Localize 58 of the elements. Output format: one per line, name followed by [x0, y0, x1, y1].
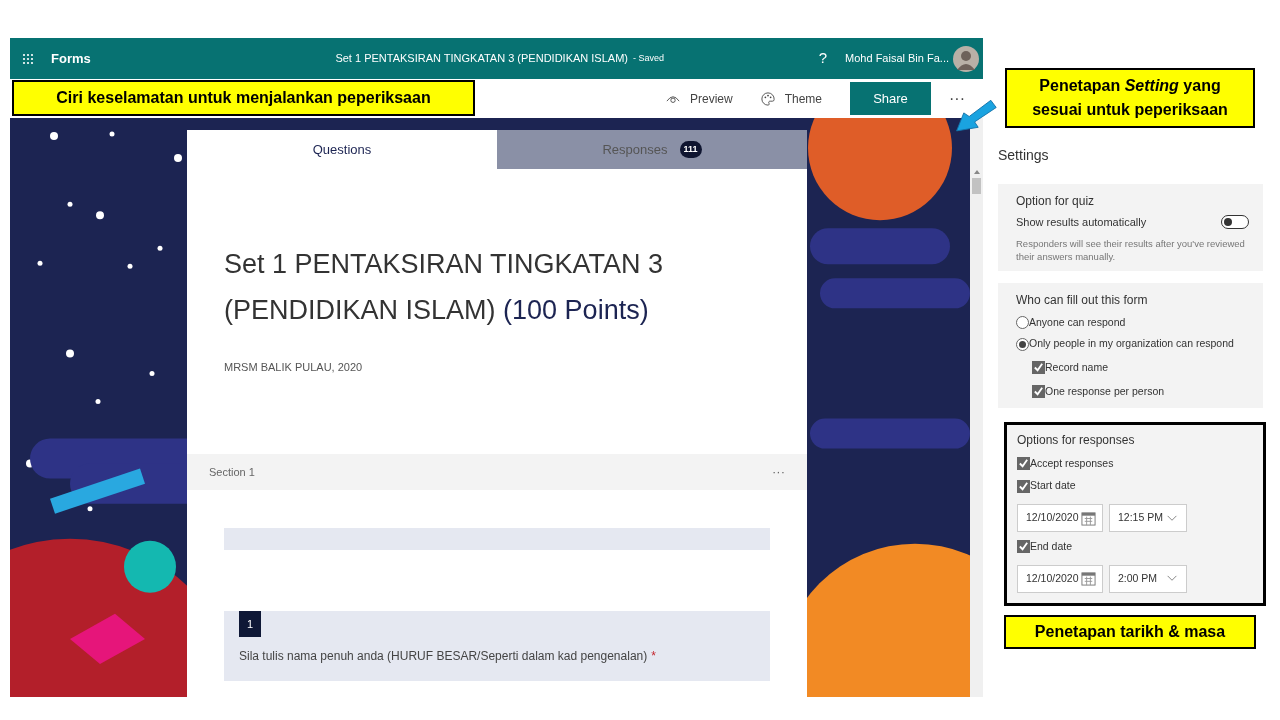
- question-number: 1: [239, 611, 261, 637]
- calendar-icon: [1080, 571, 1096, 587]
- save-status: - Saved: [633, 51, 665, 65]
- required-mark: *: [651, 648, 656, 665]
- checkbox[interactable]: [1017, 540, 1030, 554]
- settings-title: Settings: [998, 146, 1050, 165]
- radio-button[interactable]: [1016, 337, 1029, 351]
- radio-label: Anyone can respond: [1029, 314, 1126, 330]
- palette-icon: [760, 91, 775, 106]
- share-button[interactable]: Share: [850, 82, 931, 115]
- app-launcher-icon[interactable]: [22, 52, 34, 65]
- count-badge: 111: [679, 140, 702, 159]
- chevron-down-icon: [1166, 514, 1178, 522]
- calendar-icon: [1080, 510, 1096, 526]
- checkbox-label: One response per person: [1045, 383, 1165, 399]
- checkbox[interactable]: [1017, 479, 1030, 493]
- help-button[interactable]: ?: [818, 47, 828, 70]
- scrollbar[interactable]: [970, 118, 983, 697]
- form-subtitle: MRSM BALIK PULAU, 2020: [224, 360, 364, 375]
- arrow-icon: [953, 98, 998, 135]
- form-title: Set 1 PENTAKSIRAN TINGKATAN 3 (PENDIDIKAN ISLAM) (100 Points): [224, 248, 665, 327]
- scroll-thumb[interactable]: [972, 178, 981, 194]
- checkbox-label: Start date: [1030, 478, 1076, 494]
- card-heading: Who can fill out this form: [1016, 291, 1149, 309]
- more-button[interactable]: ···: [772, 462, 785, 482]
- checkbox-label: Record name: [1045, 360, 1109, 375]
- checkbox-label: End date: [1030, 539, 1073, 554]
- card-heading: Options for responses: [1017, 431, 1136, 449]
- eye-icon: [665, 93, 680, 104]
- toggle-switch[interactable]: [1221, 215, 1249, 230]
- user-name: Mohd Faisal Bin Fa...: [845, 51, 949, 67]
- checkbox[interactable]: [1032, 385, 1045, 399]
- radio-label: Only people in my organization can respond: [1029, 336, 1234, 352]
- checkbox-label: Accept responses: [1030, 455, 1114, 471]
- callout-label: Penetapan tarikh & masa: [1004, 614, 1256, 649]
- preview-button[interactable]: Preview: [665, 89, 733, 108]
- theme-button[interactable]: Theme: [760, 89, 822, 108]
- question-text: Sila tulis nama penuh anda (HURUF BESAR/Seperti dalam kad pengenalan): [239, 648, 648, 665]
- scroll-up-icon[interactable]: [973, 170, 980, 174]
- time-dropdown[interactable]: 2:00 PM: [1109, 564, 1187, 593]
- more-button[interactable]: ···: [949, 86, 965, 111]
- callout-label: Ciri keselamatan untuk menjalankan peperiksaan: [12, 80, 475, 116]
- radio-button[interactable]: [1016, 315, 1029, 329]
- help-text: Responders will see their results after you've reviewed their answers manually.: [1016, 236, 1246, 263]
- toggle-label: Show results automatically: [1016, 215, 1147, 230]
- section-label: Section 1: [209, 464, 255, 480]
- time-dropdown[interactable]: 12:15 PM: [1109, 504, 1187, 532]
- date-field[interactable]: 12/10/2020: [1017, 504, 1103, 532]
- app-name: Forms: [51, 49, 91, 68]
- chevron-down-icon: [1166, 575, 1178, 583]
- avatar[interactable]: [953, 45, 979, 72]
- checkbox[interactable]: [1032, 361, 1045, 375]
- form-title: Set 1 PENTAKSIRAN TINGKATAN 3 (PENDIDIKAN ISLAM): [335, 51, 628, 67]
- card-heading: Option for quiz: [1016, 193, 1096, 210]
- callout-label: Penetapan Setting yang sesuai untuk peperiksaan: [1005, 68, 1255, 128]
- date-field[interactable]: 12/10/2020: [1017, 564, 1103, 593]
- checkbox[interactable]: [1017, 456, 1030, 470]
- tab[interactable]: Responses 111: [497, 130, 807, 169]
